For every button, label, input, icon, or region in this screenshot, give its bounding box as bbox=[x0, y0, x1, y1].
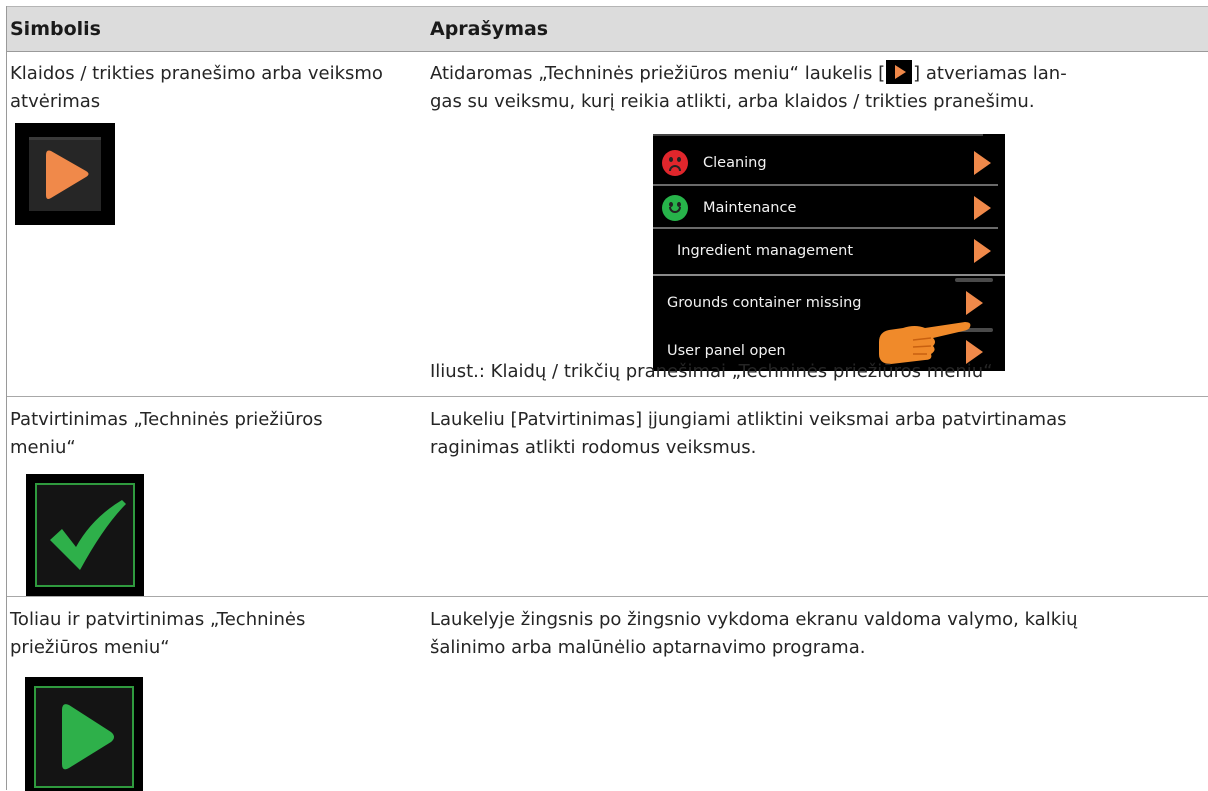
table-header: Simbolis Aprašymas bbox=[7, 6, 1208, 52]
orange-arrow-icon[interactable] bbox=[974, 196, 991, 220]
menu-label-ingredient: Ingredient management bbox=[677, 243, 854, 259]
row1-desc-prefix: Atidaromas „Techninės priežiūros meniu“ … bbox=[430, 63, 886, 84]
divider bbox=[653, 227, 998, 229]
green-checkmark-icon bbox=[26, 474, 144, 596]
menu-label-cleaning: Cleaning bbox=[703, 155, 767, 171]
table-row: Patvirtinimas „Techninės priežiūros meni… bbox=[7, 398, 1208, 597]
orange-play-arrow-icon bbox=[15, 123, 115, 225]
table-row: Toliau ir patvirtinimas „Techninės priež… bbox=[7, 598, 1208, 791]
divider bbox=[653, 184, 998, 186]
green-play-arrow-icon bbox=[25, 677, 143, 791]
maintenance-menu-screenshot: Cleaning Maintenance Ingredient manageme… bbox=[653, 134, 1005, 371]
row1-symbol-text: Klaidos / trikties pranešimo arba veiksm… bbox=[10, 63, 383, 112]
menu-label-grounds: Grounds container missing bbox=[667, 295, 862, 311]
orange-arrow-icon[interactable] bbox=[966, 291, 983, 315]
menu-row-ingredient-management[interactable]: Ingredient management bbox=[653, 230, 1005, 272]
menu-row-cleaning[interactable]: Cleaning bbox=[653, 142, 1005, 184]
row2-desc-line2: raginimas atlikti rodomus veiksmus. bbox=[430, 437, 757, 458]
row1-description-line1: Atidaromas „Techninės priežiūros meniu“ … bbox=[430, 60, 1200, 88]
row2-symbol-line2: meniu“ bbox=[10, 437, 76, 458]
row3-symbol-line1: Toliau ir patvirtinimas „Techninės bbox=[10, 609, 306, 630]
sad-face-icon bbox=[662, 150, 688, 176]
happy-face-icon bbox=[662, 195, 688, 221]
menu-label-maintenance: Maintenance bbox=[703, 200, 797, 216]
symbols-table: Simbolis Aprašymas Klaidos / trikties pr… bbox=[6, 6, 1208, 791]
row1-desc-suffix: ] atveriamas lan- bbox=[913, 63, 1067, 84]
row2-desc-line1: Laukeliu [Patvirtinimas] įjungiami atlik… bbox=[430, 409, 1067, 430]
divider bbox=[653, 134, 983, 136]
row3-desc-line1: Laukelyje žingsnis po žingsnio vykdoma e… bbox=[430, 609, 1078, 630]
row3-symbol-line2: priežiūros meniu“ bbox=[10, 637, 170, 658]
row3-desc-line2: šalinimo arba malūnėlio aptarnavimo prog… bbox=[430, 637, 866, 658]
row2-symbol-line1: Patvirtinimas „Techninės priežiūros bbox=[10, 409, 323, 430]
divider bbox=[653, 274, 1005, 276]
header-symbol: Simbolis bbox=[10, 18, 101, 40]
orange-arrow-icon[interactable] bbox=[974, 239, 991, 263]
menu-row-grounds-container[interactable]: Grounds container missing bbox=[653, 282, 1005, 324]
orange-arrow-icon[interactable] bbox=[974, 151, 991, 175]
menu-row-maintenance[interactable]: Maintenance bbox=[653, 187, 1005, 229]
table-row: Klaidos / trikties pranešimo arba veiksm… bbox=[7, 52, 1208, 397]
header-description: Aprašymas bbox=[430, 18, 549, 40]
row1-description-line2: gas su veiksmu, kurį reikia atlikti, arb… bbox=[430, 91, 1035, 112]
inline-orange-arrow-icon bbox=[886, 60, 913, 84]
figure-caption: Iliust.: Klaidų / trikčių pranešimai „Te… bbox=[430, 361, 993, 382]
